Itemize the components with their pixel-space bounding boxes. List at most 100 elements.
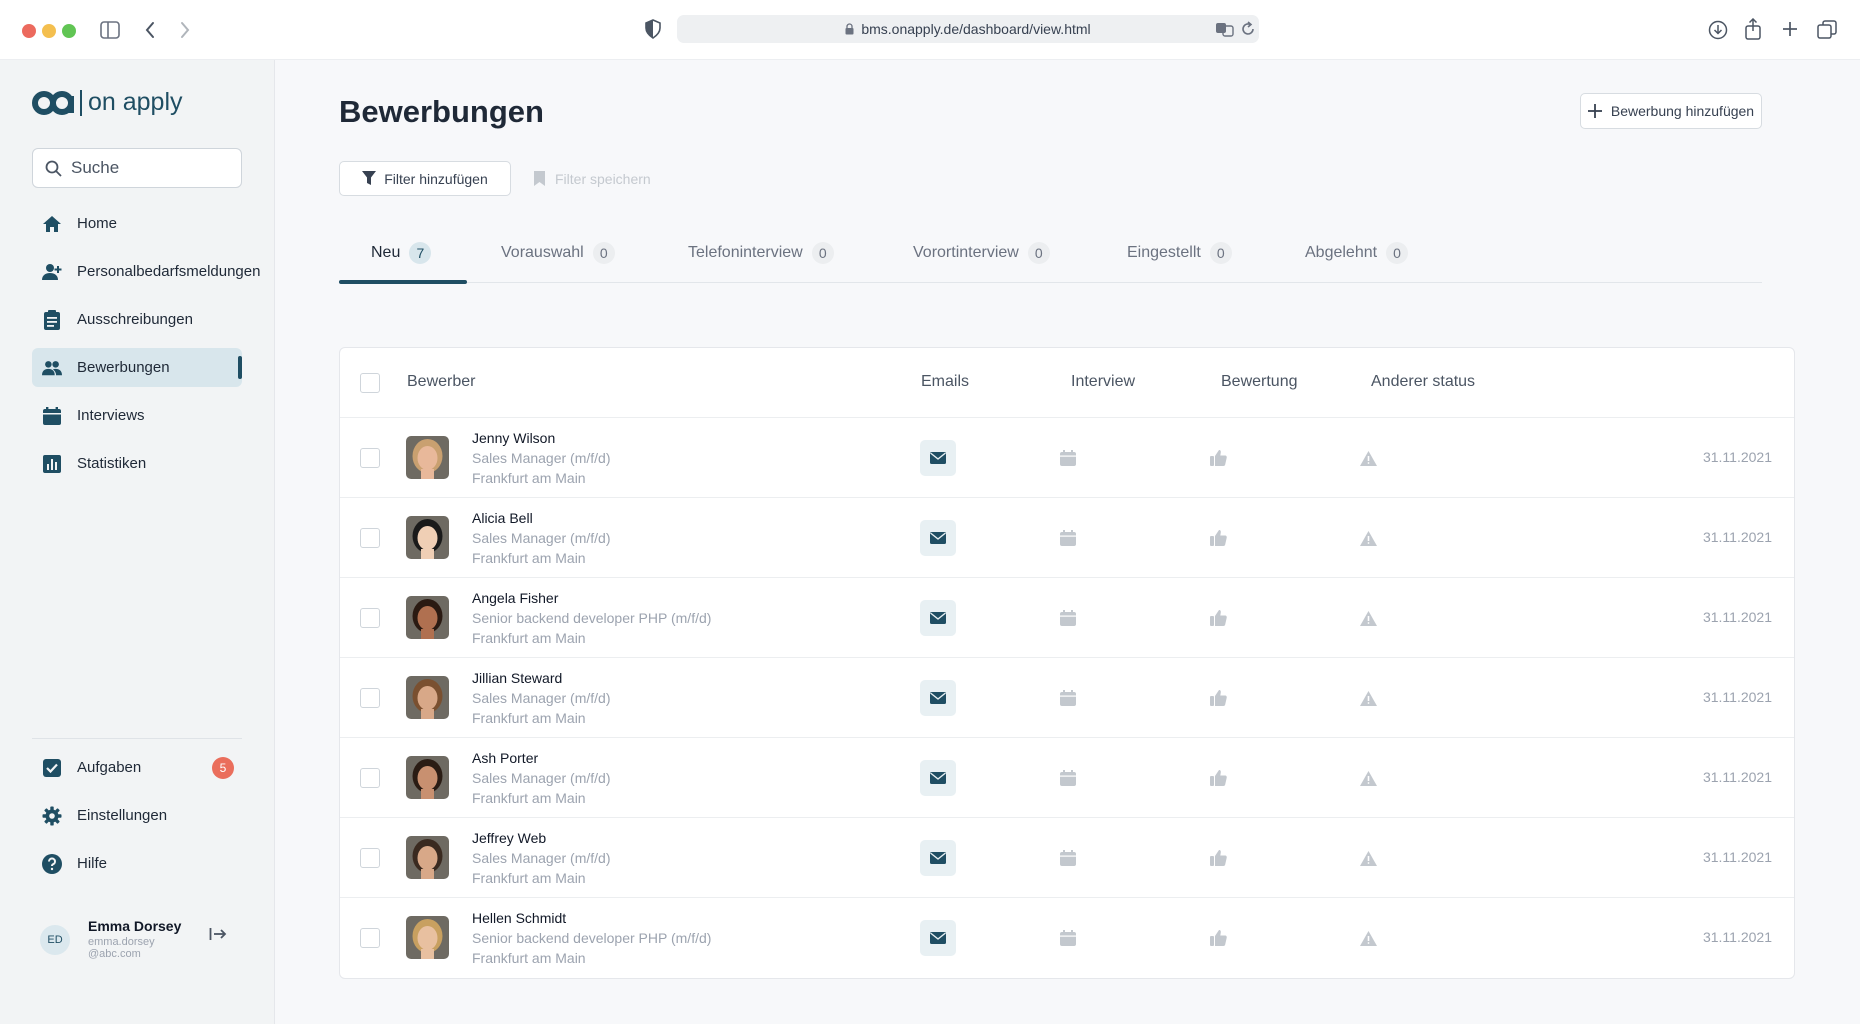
avatar[interactable]: ED [40, 925, 70, 955]
search-input[interactable] [71, 158, 221, 178]
thumbs-up-icon[interactable] [1208, 608, 1228, 628]
email-button[interactable] [920, 680, 956, 716]
table-row[interactable]: Jenny Wilson Sales Manager (m/f/d) Frank… [340, 418, 1794, 498]
thumbs-up-icon[interactable] [1208, 688, 1228, 708]
warning-icon[interactable] [1358, 608, 1378, 628]
row-checkbox[interactable] [360, 688, 380, 708]
thumbs-up-icon[interactable] [1208, 528, 1228, 548]
thumbs-up-icon[interactable] [1208, 448, 1228, 468]
sidebar-toggle-icon[interactable] [100, 21, 120, 44]
privacy-shield-icon[interactable] [645, 19, 661, 44]
table-row[interactable]: Jillian Steward Sales Manager (m/f/d) Fr… [340, 658, 1794, 738]
email-button[interactable] [920, 440, 956, 476]
applicant-photo[interactable] [406, 916, 449, 959]
email-button[interactable] [920, 840, 956, 876]
warning-icon[interactable] [1358, 848, 1378, 868]
warning-icon[interactable] [1358, 448, 1378, 468]
share-icon[interactable] [1745, 17, 1761, 45]
warning-icon[interactable] [1358, 688, 1378, 708]
row-checkbox[interactable] [360, 608, 380, 628]
downloads-icon[interactable] [1708, 20, 1728, 45]
nav-item-home[interactable]: Home [32, 204, 242, 243]
applicant-photo[interactable] [406, 516, 449, 559]
tab-label: Vorauswahl [501, 243, 584, 261]
column-header-emails[interactable]: Emails [921, 373, 969, 391]
table-row[interactable]: Angela Fisher Senior backend developer P… [340, 578, 1794, 658]
applicant-photo[interactable] [406, 436, 449, 479]
nav-item-einstellungen[interactable]: Einstellungen [32, 796, 242, 835]
applicant-name[interactable]: Jenny Wilson [472, 430, 555, 446]
column-header-interview[interactable]: Interview [1071, 373, 1135, 391]
table-row[interactable]: Jeffrey Web Sales Manager (m/f/d) Frankf… [340, 818, 1794, 898]
nav-item-personalbedarfsmeldungen[interactable]: Personalbedarfsmeldungen [32, 252, 260, 291]
applicant-photo[interactable] [406, 596, 449, 639]
add-application-button[interactable]: Bewerbung hinzufügen [1580, 93, 1762, 129]
applicant-name[interactable]: Angela Fisher [472, 590, 558, 606]
forward-icon[interactable] [179, 21, 191, 44]
close-window-button[interactable] [22, 24, 36, 38]
address-bar[interactable]: bms.onapply.de/dashboard/view.html [677, 15, 1259, 43]
schedule-interview-icon[interactable] [1058, 448, 1078, 468]
email-button[interactable] [920, 600, 956, 636]
tab-vorauswahl[interactable]: Vorauswahl 0 [501, 222, 615, 283]
applicant-name[interactable]: Jillian Steward [472, 670, 562, 686]
schedule-interview-icon[interactable] [1058, 528, 1078, 548]
zoom-window-button[interactable] [62, 24, 76, 38]
schedule-interview-icon[interactable] [1058, 928, 1078, 948]
add-filter-button[interactable]: Filter hinzufügen [339, 161, 511, 196]
back-icon[interactable] [144, 21, 156, 44]
schedule-interview-icon[interactable] [1058, 848, 1078, 868]
table-row[interactable]: Hellen Schmidt Senior backend developer … [340, 898, 1794, 978]
nav-item-hilfe[interactable]: Hilfe [32, 844, 242, 883]
save-filter-button[interactable]: Filter speichern [534, 161, 651, 196]
applicant-photo[interactable] [406, 836, 449, 879]
reload-icon[interactable] [1241, 21, 1255, 42]
nav-item-interviews[interactable]: Interviews [32, 396, 242, 435]
onapply-logo[interactable]: on apply [32, 88, 183, 117]
table-row[interactable]: Ash Porter Sales Manager (m/f/d) Frankfu… [340, 738, 1794, 818]
tab-vorortinterview[interactable]: Vorortinterview 0 [913, 222, 1050, 283]
select-all-checkbox[interactable] [360, 373, 380, 393]
nav-item-ausschreibungen[interactable]: Ausschreibungen [32, 300, 242, 339]
minimize-window-button[interactable] [42, 24, 56, 38]
applicant-photo[interactable] [406, 756, 449, 799]
new-tab-icon[interactable] [1781, 20, 1799, 43]
row-checkbox[interactable] [360, 448, 380, 468]
schedule-interview-icon[interactable] [1058, 688, 1078, 708]
row-checkbox[interactable] [360, 848, 380, 868]
tab-telefoninterview[interactable]: Telefoninterview 0 [688, 222, 834, 283]
tab-neu[interactable]: Neu 7 [371, 222, 432, 283]
search-box[interactable] [32, 148, 242, 188]
schedule-interview-icon[interactable] [1058, 768, 1078, 788]
email-button[interactable] [920, 520, 956, 556]
applicant-name[interactable]: Alicia Bell [472, 510, 533, 526]
thumbs-up-icon[interactable] [1208, 848, 1228, 868]
thumbs-up-icon[interactable] [1208, 928, 1228, 948]
nav-item-bewerbungen[interactable]: Bewerbungen [32, 348, 242, 387]
email-button[interactable] [920, 920, 956, 956]
tab-abgelehnt[interactable]: Abgelehnt 0 [1305, 222, 1409, 283]
nav-item-aufgaben[interactable]: Aufgaben 5 [32, 748, 242, 787]
nav-item-statistiken[interactable]: Statistiken [32, 444, 242, 483]
tab-eingestellt[interactable]: Eingestellt 0 [1127, 222, 1232, 283]
schedule-interview-icon[interactable] [1058, 608, 1078, 628]
row-checkbox[interactable] [360, 768, 380, 788]
row-checkbox[interactable] [360, 928, 380, 948]
logout-icon[interactable] [209, 926, 227, 947]
column-header-other-status[interactable]: Anderer status [1371, 373, 1475, 391]
applicant-name[interactable]: Hellen Schmidt [472, 910, 566, 926]
applicant-name[interactable]: Ash Porter [472, 750, 538, 766]
column-header-rating[interactable]: Bewertung [1221, 373, 1298, 391]
warning-icon[interactable] [1358, 928, 1378, 948]
table-row[interactable]: Alicia Bell Sales Manager (m/f/d) Frankf… [340, 498, 1794, 578]
warning-icon[interactable] [1358, 768, 1378, 788]
thumbs-up-icon[interactable] [1208, 768, 1228, 788]
translate-icon[interactable] [1215, 21, 1235, 42]
tab-overview-icon[interactable] [1817, 20, 1837, 45]
email-button[interactable] [920, 760, 956, 796]
applicant-name[interactable]: Jeffrey Web [472, 830, 546, 846]
row-checkbox[interactable] [360, 528, 380, 548]
column-header-applicant[interactable]: Bewerber [407, 373, 475, 391]
applicant-photo[interactable] [406, 676, 449, 719]
warning-icon[interactable] [1358, 528, 1378, 548]
